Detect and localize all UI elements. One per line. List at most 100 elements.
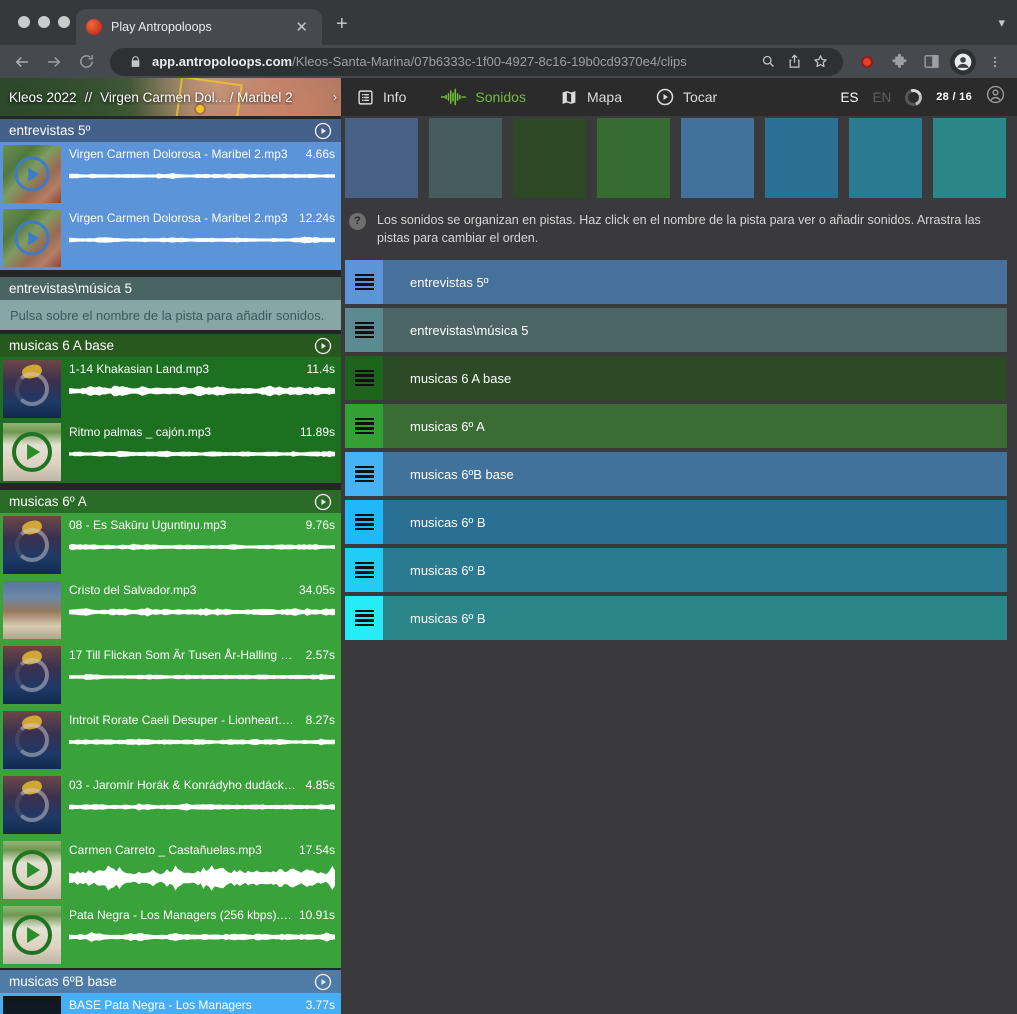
clip-item[interactable]: BASE Pata Negra - Los Managers 3.77s bbox=[0, 993, 341, 1014]
track-color-tile[interactable] bbox=[849, 118, 922, 198]
clip-item[interactable]: Virgen Carmen Dolorosa - Maribel 2.mp3 4… bbox=[0, 142, 341, 206]
play-overlay-icon[interactable] bbox=[15, 372, 49, 406]
drag-handle[interactable] bbox=[345, 260, 383, 304]
clip-thumbnail[interactable] bbox=[3, 841, 61, 899]
reload-icon[interactable] bbox=[72, 49, 100, 75]
play-overlay-icon[interactable] bbox=[12, 850, 52, 890]
track-name[interactable]: musicas 6ºB base bbox=[410, 467, 514, 482]
waveform[interactable] bbox=[69, 666, 335, 688]
track-row[interactable]: musicas 6º B bbox=[345, 500, 1007, 544]
breadcrumb-current[interactable]: Virgen Carmen Dol... / Maribel 2 bbox=[100, 90, 325, 105]
drag-handle[interactable] bbox=[345, 500, 383, 544]
clip-thumbnail[interactable] bbox=[3, 360, 61, 418]
play-overlay-icon[interactable] bbox=[15, 157, 50, 192]
clip-thumbnail[interactable] bbox=[3, 711, 61, 769]
clip-thumbnail[interactable] bbox=[3, 145, 61, 203]
profile-avatar[interactable] bbox=[949, 49, 977, 75]
play-track-icon[interactable] bbox=[314, 122, 332, 140]
drag-handle[interactable] bbox=[345, 596, 383, 640]
clip-thumbnail[interactable] bbox=[3, 581, 61, 639]
play-track-icon[interactable] bbox=[314, 973, 332, 991]
clip-item[interactable]: 17 Till Flickan Som Är Tusen År-Halling … bbox=[0, 643, 341, 708]
tab-mapa[interactable]: Mapa bbox=[560, 89, 622, 106]
track-header[interactable]: musicas 6ºB base bbox=[0, 970, 341, 993]
drag-handle[interactable] bbox=[345, 548, 383, 592]
side-panel-icon[interactable] bbox=[917, 49, 945, 75]
waveform[interactable] bbox=[69, 229, 335, 251]
clip-thumbnail[interactable] bbox=[3, 776, 61, 834]
clip-thumbnail[interactable] bbox=[3, 996, 61, 1014]
lang-es[interactable]: ES bbox=[840, 90, 858, 105]
back-icon[interactable] bbox=[8, 49, 36, 75]
clip-thumbnail[interactable] bbox=[3, 646, 61, 704]
browser-tab[interactable]: Play Antropoloops ✕ bbox=[76, 9, 322, 45]
track-name[interactable]: entrevistas\música 5 bbox=[410, 323, 529, 338]
play-overlay-icon[interactable] bbox=[15, 658, 49, 692]
track-name[interactable]: entrevistas 5º bbox=[410, 275, 488, 290]
track-row[interactable]: musicas 6 A base bbox=[345, 356, 1007, 400]
track-header[interactable]: musicas 6º A bbox=[0, 490, 341, 513]
minimize-window-icon[interactable] bbox=[38, 16, 50, 28]
play-track-icon[interactable] bbox=[314, 337, 332, 355]
url-text[interactable]: app.antropoloops.com/Kleos-Santa-Marina/… bbox=[152, 54, 755, 69]
lock-icon[interactable] bbox=[122, 50, 148, 74]
drag-handle[interactable] bbox=[345, 308, 383, 352]
track-title[interactable]: musicas 6ºB base bbox=[9, 974, 117, 989]
clip-thumbnail[interactable] bbox=[3, 423, 61, 481]
clip-thumbnail[interactable] bbox=[3, 516, 61, 574]
track-name[interactable]: musicas 6º B bbox=[410, 611, 486, 626]
track-row[interactable]: musicas 6ºB base bbox=[345, 452, 1007, 496]
play-overlay-icon[interactable] bbox=[15, 723, 49, 757]
clip-thumbnail[interactable] bbox=[3, 906, 61, 964]
track-header[interactable]: entrevistas 5º bbox=[0, 119, 341, 142]
maximize-window-icon[interactable] bbox=[58, 16, 70, 28]
track-row[interactable]: musicas 6º B bbox=[345, 596, 1007, 640]
clip-thumbnail[interactable] bbox=[3, 209, 61, 267]
close-tab-icon[interactable]: ✕ bbox=[291, 18, 312, 36]
clip-item[interactable]: Introit Rorate Caeli Desuper - Lionheart… bbox=[0, 708, 341, 773]
breadcrumb[interactable]: Kleos 2022 // Virgen Carmen Dol... / Mar… bbox=[0, 78, 341, 116]
waveform[interactable] bbox=[69, 165, 335, 187]
lang-en[interactable]: EN bbox=[872, 90, 891, 105]
close-window-icon[interactable] bbox=[18, 16, 30, 28]
track-title[interactable]: entrevistas\música 5 bbox=[9, 281, 132, 296]
track-row[interactable]: entrevistas\música 5 bbox=[345, 308, 1007, 352]
track-row[interactable]: musicas 6º B bbox=[345, 548, 1007, 592]
play-overlay-icon[interactable] bbox=[12, 432, 52, 472]
clip-item[interactable]: Virgen Carmen Dolorosa - Maribel 2.mp3 1… bbox=[0, 206, 341, 270]
record-extension-icon[interactable] bbox=[853, 49, 881, 75]
play-track-icon[interactable] bbox=[314, 493, 332, 511]
track-color-tile[interactable] bbox=[597, 118, 670, 198]
track-title[interactable]: musicas 6 A base bbox=[9, 338, 114, 353]
track-title[interactable]: entrevistas 5º bbox=[9, 123, 90, 138]
clip-item[interactable]: Pata Negra - Los Managers (256 kbps).mp3… bbox=[0, 903, 341, 968]
track-name[interactable]: musicas 6 A base bbox=[410, 371, 511, 386]
waveform[interactable] bbox=[69, 731, 335, 753]
drag-handle[interactable] bbox=[345, 404, 383, 448]
share-icon[interactable] bbox=[781, 50, 807, 74]
track-color-tile[interactable] bbox=[345, 118, 418, 198]
track-name[interactable]: musicas 6º B bbox=[410, 515, 486, 530]
traffic-lights[interactable] bbox=[18, 16, 70, 28]
track-color-tile[interactable] bbox=[513, 118, 586, 198]
track-color-tile[interactable] bbox=[933, 118, 1006, 198]
drag-handle[interactable] bbox=[345, 452, 383, 496]
address-bar[interactable]: app.antropoloops.com/Kleos-Santa-Marina/… bbox=[110, 48, 843, 76]
play-overlay-icon[interactable] bbox=[15, 528, 49, 562]
track-header[interactable]: musicas 6 A base bbox=[0, 334, 341, 357]
new-tab-icon[interactable]: + bbox=[336, 14, 348, 34]
track-name[interactable]: musicas 6º B bbox=[410, 563, 486, 578]
clip-item[interactable]: Cristo del Salvador.mp3 34.05s bbox=[0, 578, 341, 643]
waveform[interactable] bbox=[69, 926, 335, 948]
kebab-menu-icon[interactable] bbox=[981, 49, 1009, 75]
track-name[interactable]: musicas 6º A bbox=[410, 419, 485, 434]
tab-sonidos[interactable]: Sonidos bbox=[440, 88, 526, 106]
track-title[interactable]: musicas 6º A bbox=[9, 494, 87, 509]
play-overlay-icon[interactable] bbox=[15, 788, 49, 822]
waveform[interactable] bbox=[69, 536, 335, 558]
play-overlay-icon[interactable] bbox=[12, 915, 52, 955]
track-row[interactable]: musicas 6º A bbox=[345, 404, 1007, 448]
extensions-puzzle-icon[interactable] bbox=[885, 49, 913, 75]
waveform[interactable] bbox=[69, 861, 335, 895]
track-color-tile[interactable] bbox=[681, 118, 754, 198]
